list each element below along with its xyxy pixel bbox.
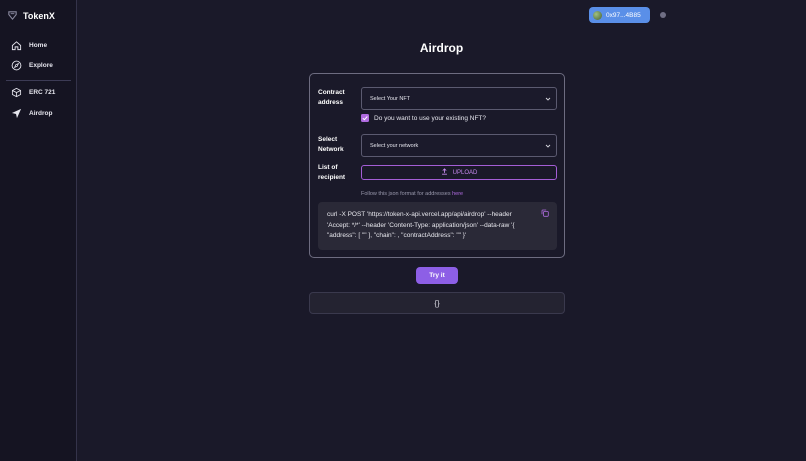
- chevron-down-icon: [545, 96, 551, 102]
- sidebar-item-airdrop[interactable]: Airdrop: [11, 108, 52, 119]
- existing-nft-row: Do you want to use your existing NFT?: [361, 114, 486, 122]
- sidebar-item-label: Home: [29, 42, 48, 49]
- existing-nft-checkbox[interactable]: [361, 114, 369, 122]
- label-line: Select: [318, 136, 338, 143]
- network-select[interactable]: Select your network: [361, 134, 557, 157]
- sidebar-item-label: Airdrop: [29, 110, 53, 117]
- label-line: Contract: [318, 89, 345, 96]
- sidebar-item-erc721[interactable]: ERC 721: [11, 87, 55, 98]
- code-line: "address": [ "" ], "chain": , "contractA…: [327, 232, 467, 239]
- recipient-list-label: List of recipient: [318, 163, 345, 183]
- existing-nft-label: Do you want to use your existing NFT?: [374, 114, 486, 122]
- label-line: Network: [318, 146, 344, 153]
- brand[interactable]: TokenX: [7, 10, 55, 21]
- network-select-value: Select your network: [370, 142, 419, 149]
- app-root: TokenX Home Explore ERC 721 Airdrop 0x97…: [0, 0, 806, 461]
- avatar: [593, 10, 602, 20]
- hint-link[interactable]: here: [452, 191, 463, 197]
- sidebar-item-label: ERC 721: [29, 89, 56, 96]
- wallet-address: 0x97...4B85: [606, 11, 641, 19]
- page-title: Airdrop: [419, 41, 464, 55]
- brand-name: TokenX: [23, 10, 55, 21]
- sidebar-divider: [6, 80, 71, 81]
- compass-icon: [11, 60, 22, 71]
- upload-button[interactable]: UPLOAD: [361, 165, 557, 180]
- sidebar: TokenX Home Explore ERC 721 Airdrop: [0, 0, 77, 461]
- curl-code-block: curl -X POST 'https://token-x-api.vercel…: [318, 202, 557, 250]
- upload-label: UPLOAD: [452, 169, 478, 176]
- label-line: address: [318, 99, 343, 106]
- json-format-hint: Follow this json format for addresses he…: [361, 191, 463, 197]
- upload-icon: [441, 168, 448, 177]
- sidebar-item-home[interactable]: Home: [11, 40, 47, 51]
- response-value: {}: [434, 298, 440, 308]
- response-output: {}: [309, 292, 565, 314]
- label-line: List of: [318, 164, 338, 171]
- airdrop-form-card: Contract address Select Your NFT Do you …: [309, 73, 565, 258]
- hint-text: Follow this json format for addresses: [361, 191, 453, 197]
- sidebar-item-explore[interactable]: Explore: [11, 60, 53, 71]
- code-line: curl -X POST 'https://token-x-api.vercel…: [327, 211, 512, 218]
- sidebar-item-label: Explore: [29, 62, 53, 69]
- code-line: 'Accept: */*' --header 'Content-Type: ap…: [327, 221, 515, 229]
- nft-select[interactable]: Select Your NFT: [361, 87, 557, 110]
- contract-address-label: Contract address: [318, 88, 345, 108]
- home-icon: [11, 40, 22, 51]
- label-line: recipient: [318, 174, 346, 181]
- cube-icon: [11, 87, 22, 98]
- nft-select-value: Select Your NFT: [370, 95, 411, 102]
- chevron-down-icon: [545, 143, 551, 149]
- select-network-label: Select Network: [318, 135, 344, 155]
- tokenx-logo-icon: [7, 10, 18, 21]
- settings-icon[interactable]: [660, 12, 666, 18]
- try-it-button[interactable]: Try it: [416, 267, 458, 284]
- send-icon: [11, 108, 22, 119]
- copy-icon[interactable]: [541, 209, 549, 217]
- wallet-button[interactable]: 0x97...4B85: [589, 7, 650, 23]
